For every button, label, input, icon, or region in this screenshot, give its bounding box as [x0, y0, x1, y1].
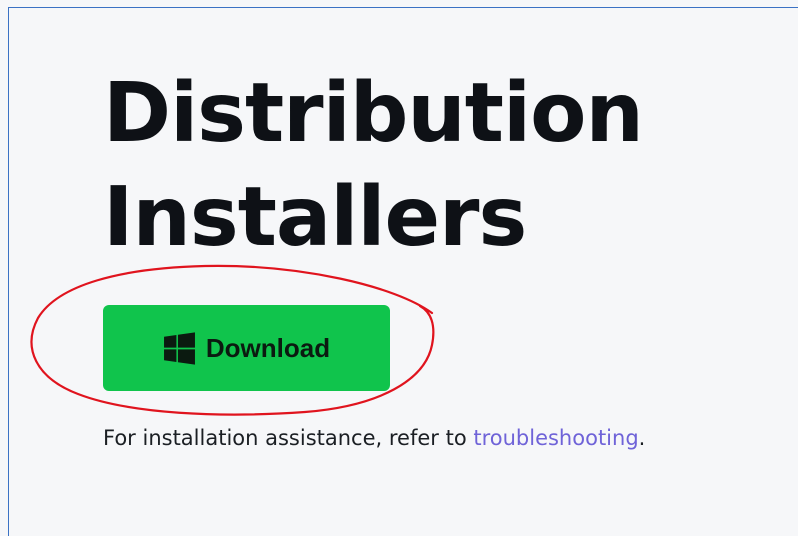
title-line-2: Installers: [103, 170, 527, 265]
help-note-suffix: .: [638, 426, 646, 450]
title-line-1: Distribution: [103, 66, 644, 161]
page-title: Distribution Installers: [103, 62, 644, 270]
download-label: Download: [205, 332, 331, 363]
windows-icon: [163, 331, 195, 365]
download-button[interactable]: Download: [103, 305, 390, 391]
troubleshooting-link[interactable]: troubleshooting: [473, 426, 638, 450]
help-note-text: For installation assistance, refer to: [103, 426, 474, 450]
help-note: For installation assistance, refer to tr…: [103, 426, 645, 450]
